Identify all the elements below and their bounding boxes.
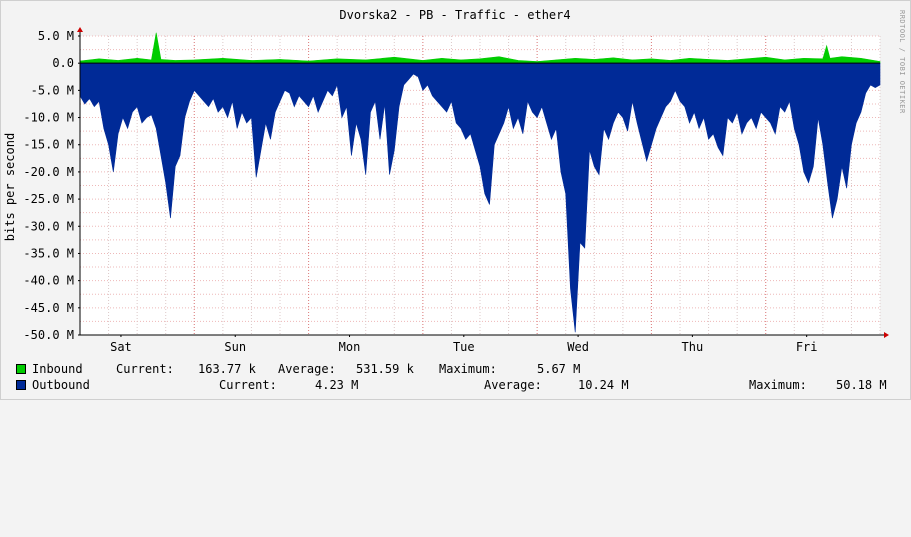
x-axis-arrow [884,332,889,338]
traffic-chart: Dvorska2 - PB - Traffic - ether4 bits pe… [3,8,906,354]
y-axis-label: bits per second [3,133,17,241]
legend-outbound-current-value: 4.23 M [315,378,359,392]
x-tick-label: Sun [224,340,246,354]
x-tick-label: Mon [339,340,361,354]
x-tick-label: Fri [796,340,818,354]
y-tick-labels: 5.0 M 0.0 -5.0 M -10.0 M -15.0 M -20.0 M -25.0… [23,29,74,342]
y-tick-label: -50.0 M [23,328,74,342]
x-tick-label: Sat [110,340,132,354]
y-tick-label: -40.0 M [23,274,74,288]
legend-inbound-maximum-label: Maximum: [439,362,497,376]
x-tick-label: Tue [453,340,475,354]
legend-inbound-average-value: 531.59 k [356,362,414,376]
legend-outbound-average-value: 10.24 M [578,378,629,392]
legend-row-outbound: Outbound Current: 4.23 M Average: 10.24 … [16,377,896,393]
y-tick-label: -35.0 M [23,246,74,260]
legend-outbound-maximum-label: Maximum: [749,378,807,392]
y-tick-label: -15.0 M [23,138,74,152]
legend-outbound-name: Outbound [32,378,90,392]
x-tick-label: Wed [567,340,589,354]
y-tick-label: -25.0 M [23,192,74,206]
y-tick-label: -10.0 M [23,111,74,125]
legend-inbound-average-label: Average: [278,362,336,376]
y-tick-label: 5.0 M [38,29,74,43]
legend-outbound-average-label: Average: [484,378,542,392]
x-tick-label: Thu [682,340,704,354]
legend-outbound-current-label: Current: [219,378,277,392]
legend-inbound-maximum-value: 5.67 M [537,362,581,376]
y-tick-label: -5.0 M [31,83,74,97]
legend-inbound-name: Inbound [32,362,83,376]
y-tick-label: -45.0 M [23,301,74,315]
legend-inbound-current-label: Current: [116,362,174,376]
legend: Inbound Current: 163.77 k Average: 531.5… [16,361,896,393]
x-tick-labels: Sat Sun Mon Tue Wed Thu Fri [110,340,817,354]
y-tick-label: -20.0 M [23,165,74,179]
outbound-swatch [16,380,26,390]
y-tick-label: 0.0 [52,56,74,70]
y-axis-arrow [77,27,83,32]
rrdtool-watermark: RRDTOOL / TOBI OETIKER [898,10,906,114]
y-tick-label: -30.0 M [23,219,74,233]
chart-title: Dvorska2 - PB - Traffic - ether4 [339,8,570,22]
legend-outbound-maximum-value: 50.18 M [836,378,887,392]
legend-row-inbound: Inbound Current: 163.77 k Average: 531.5… [16,361,896,377]
legend-inbound-current-value: 163.77 k [198,362,256,376]
inbound-swatch [16,364,26,374]
